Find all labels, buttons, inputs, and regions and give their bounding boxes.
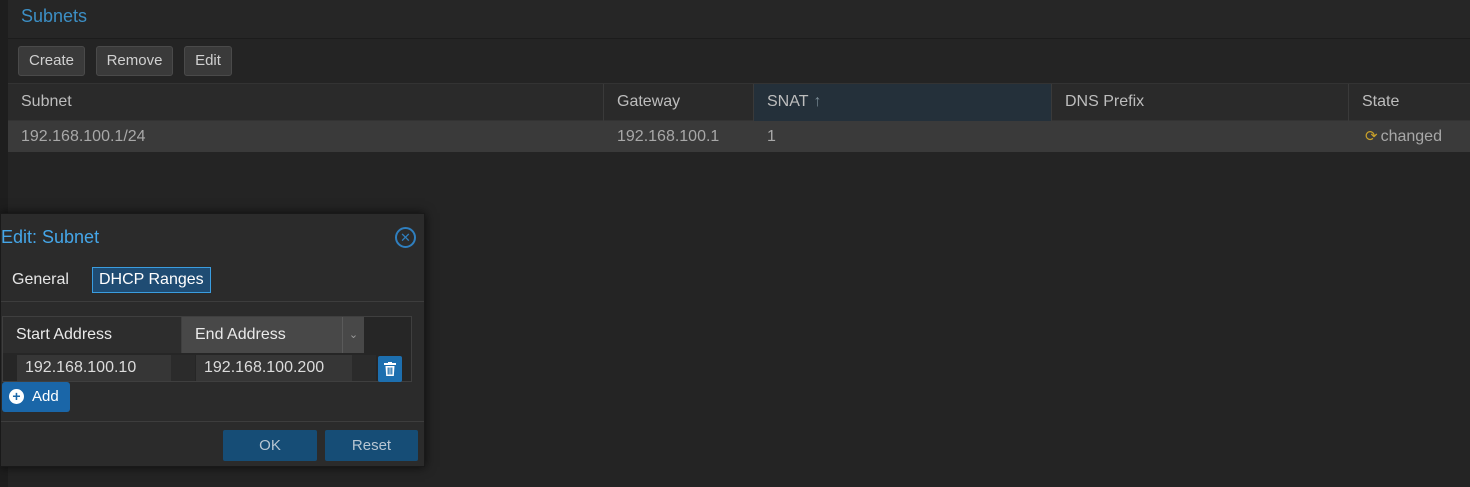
column-header-snat[interactable]: SNAT ↑: [754, 84, 1052, 121]
cell-snat: 1: [767, 128, 776, 145]
delete-range-button[interactable]: [378, 356, 402, 382]
cell-subnet: 192.168.100.1/24: [21, 128, 146, 145]
column-header-end-address[interactable]: End Address: [182, 317, 342, 353]
tab-general[interactable]: General: [6, 267, 75, 293]
start-address-field[interactable]: 192.168.100.10: [17, 355, 171, 381]
refresh-icon: ⟳: [1365, 128, 1378, 145]
panel-title: Subnets: [21, 6, 88, 26]
footer-divider: [1, 421, 424, 422]
column-header-dns-prefix[interactable]: DNS Prefix: [1052, 84, 1349, 121]
remove-button[interactable]: Remove: [96, 46, 173, 76]
dhcp-ranges-grid: Start Address End Address ⌄ 192.168.100.…: [2, 316, 412, 382]
edit-button[interactable]: Edit: [184, 46, 232, 76]
plus-circle-icon: +: [9, 389, 24, 404]
trash-icon: [384, 362, 396, 376]
add-range-button[interactable]: + Add: [2, 382, 70, 412]
column-header-gateway[interactable]: Gateway: [604, 84, 754, 121]
tab-dhcp-ranges[interactable]: DHCP Ranges: [92, 267, 211, 293]
table-row[interactable]: 192.168.100.1/24 192.168.100.1 1 ⟳ change…: [8, 121, 1470, 152]
cell-gateway: 192.168.100.1: [617, 128, 720, 145]
field-separator: [171, 355, 195, 381]
add-label: Add: [32, 388, 59, 405]
cell-state: ⟳ changed: [1365, 128, 1442, 145]
panel-header: Subnets: [8, 0, 1470, 39]
create-button[interactable]: Create: [18, 46, 85, 76]
reset-button[interactable]: Reset: [325, 430, 418, 461]
edit-subnet-dialog: Edit: Subnet ✕ General DHCP Ranges Start…: [0, 213, 425, 467]
dialog-title: Edit: Subnet: [1, 227, 100, 247]
column-header-start-address[interactable]: Start Address: [3, 317, 182, 353]
grid-header: Subnet Gateway SNAT ↑ DNS Prefix State: [8, 83, 1470, 121]
ok-button[interactable]: OK: [223, 430, 317, 461]
sort-ascending-icon: ↑: [813, 93, 822, 110]
end-address-field[interactable]: 192.168.100.200: [196, 355, 352, 381]
chevron-down-icon[interactable]: ⌄: [342, 317, 364, 353]
field-separator: [352, 355, 376, 381]
close-icon[interactable]: ✕: [395, 227, 416, 248]
column-header-subnet[interactable]: Subnet: [8, 84, 604, 121]
cell-dns-prefix: [1052, 121, 1065, 152]
column-header-state[interactable]: State: [1349, 84, 1470, 121]
tab-divider: [1, 301, 424, 302]
toolbar: Create Remove Edit: [8, 39, 1470, 83]
